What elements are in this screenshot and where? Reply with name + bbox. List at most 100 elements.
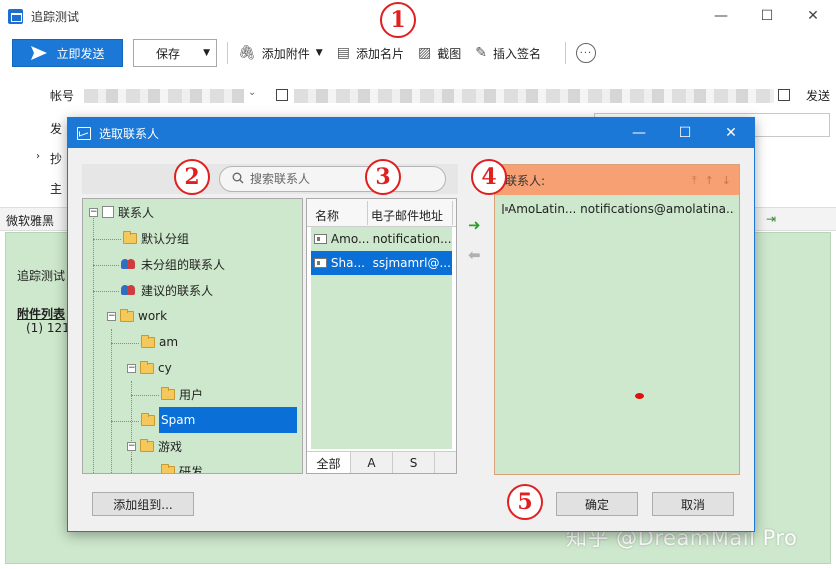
account-value-blurred — [84, 89, 244, 103]
collapse-icon[interactable]: − — [107, 311, 116, 321]
cancel-button[interactable]: 取消 — [652, 492, 734, 516]
tree-label: 联系人 — [118, 205, 155, 220]
chevron-down-icon[interactable]: ⌄ — [248, 87, 256, 98]
tree-label: 用户 — [179, 387, 204, 402]
add-arrow-icon[interactable]: ➜ — [468, 216, 481, 234]
tree-label: work — [138, 309, 168, 323]
move-up-icon[interactable]: ↑ — [705, 174, 714, 188]
tree-node-work[interactable]: − work — [107, 305, 167, 327]
tree-node-am[interactable]: am — [141, 331, 178, 353]
screenshot-button[interactable]: ▨ 截图 — [418, 45, 461, 62]
move-top-icon[interactable]: ⤒ — [692, 174, 697, 188]
tree-guide — [111, 329, 112, 473]
checkbox[interactable] — [778, 89, 790, 101]
tree-node-contacts[interactable]: − 联系人 — [89, 201, 154, 223]
more-options-button[interactable]: ··· — [575, 43, 596, 63]
move-down-icon[interactable]: ↓ — [722, 174, 731, 188]
tree-guide — [131, 459, 132, 473]
font-name[interactable]: 微软雅黑 — [6, 212, 54, 229]
tree-label: 建议的联系人 — [141, 283, 214, 298]
search-box[interactable] — [219, 166, 446, 192]
contact-row[interactable]: Sha... ssjmamrl@... — [311, 251, 452, 275]
add-group-to-button[interactable]: 添加组到... — [92, 492, 194, 516]
tree-guide — [131, 395, 159, 396]
tree-label: Spam — [159, 407, 297, 433]
remove-arrow-icon[interactable]: ⬅ — [468, 246, 481, 264]
send-label: 立即发送 — [56, 46, 105, 61]
column-divider — [367, 201, 368, 225]
column-header-email[interactable]: 电子邮件地址 — [371, 207, 443, 224]
tree-node-user[interactable]: 用户 — [161, 383, 203, 405]
window-title: 追踪测试 — [31, 9, 80, 24]
title-bar: 追踪测试 — ☐ ✕ — [0, 0, 836, 32]
add-card-label: 添加名片 — [355, 46, 404, 61]
recipients-header: 联系人: ⤒ ↑ ↓ — [495, 165, 739, 195]
collapse-icon[interactable]: − — [127, 363, 136, 373]
folder-icon — [120, 308, 134, 322]
annotation-4: 4 — [471, 159, 507, 195]
chevron-down-icon: ▼ — [315, 48, 323, 58]
folder-icon — [140, 438, 154, 452]
tree-guide — [93, 265, 119, 266]
tab-a[interactable]: A — [351, 452, 393, 473]
sender-value-blurred — [294, 89, 774, 103]
account-row: 帐号 ⌄ 发送 — [0, 82, 836, 108]
close-button[interactable]: ✕ — [790, 0, 836, 32]
minimize-button[interactable]: — — [698, 0, 744, 32]
contact-email: ssjmamrl@... — [372, 256, 451, 270]
add-card-button[interactable]: ▤ 添加名片 — [337, 45, 404, 62]
tree-guide — [111, 343, 139, 344]
contact-row[interactable]: Amo... notification... — [311, 227, 452, 251]
from-label: 发 — [50, 122, 63, 136]
ok-button[interactable]: 确定 — [556, 492, 638, 516]
selected-recipients-panel[interactable]: 联系人: ⤒ ↑ ↓ AmoLatin... notifications@amo… — [494, 164, 740, 475]
dialog-close-button[interactable]: ✕ — [708, 118, 754, 148]
collapse-icon[interactable]: − — [127, 441, 136, 451]
column-divider — [452, 201, 453, 225]
tree-guide — [93, 213, 94, 473]
subject-label: 主 — [50, 182, 63, 196]
attachment-list-label: 附件列表 — [17, 307, 66, 321]
tree-node-suggested[interactable]: 建议的联系人 — [121, 279, 213, 301]
contact-group-tree[interactable]: − 联系人 默认分组 未分组的联系人 建议的联系人 − work am − cy… — [82, 198, 303, 474]
tree-node-spam[interactable]: Spam — [141, 407, 297, 433]
checkbox[interactable] — [276, 89, 288, 101]
add-attachment-button[interactable]: 🖇 添加附件 ▼ — [238, 45, 323, 62]
dialog-maximize-button[interactable]: ☐ — [662, 118, 708, 148]
toolbar-divider — [227, 42, 228, 64]
column-header-name[interactable]: 名称 — [315, 207, 339, 224]
tree-node-default-group[interactable]: 默认分组 — [123, 227, 189, 249]
indent-icon[interactable]: ⇥ — [766, 212, 776, 226]
tree-node-cy[interactable]: − cy — [127, 357, 172, 379]
save-button[interactable]: 保存 ▼ — [133, 39, 217, 67]
tab-s[interactable]: S — [393, 452, 435, 473]
tree-node-games[interactable]: − 游戏 — [127, 435, 182, 457]
insert-signature-button[interactable]: ✎ 插入签名 — [475, 45, 541, 62]
tree-guide — [93, 291, 119, 292]
contact-list[interactable]: 名称 电子邮件地址 Amo... notification... Sha... … — [306, 198, 457, 474]
maximize-button[interactable]: ☐ — [744, 0, 790, 32]
search-area — [82, 164, 458, 194]
account-label: 帐号 — [50, 89, 75, 103]
alphabet-tabs: 全部 A S — [307, 451, 456, 473]
recipient-row[interactable]: AmoLatin... notifications@amolatina.... — [499, 199, 735, 219]
contact-card-icon — [314, 258, 327, 268]
toolbar-divider — [564, 42, 566, 64]
tree-node-dev[interactable]: 研发 — [161, 460, 203, 473]
tree-label: 游戏 — [158, 439, 183, 454]
list-header: 名称 电子邮件地址 — [307, 199, 456, 227]
tree-node-ungrouped[interactable]: 未分组的联系人 — [121, 253, 225, 275]
contact-name: Amo... — [330, 232, 370, 246]
send-now-button[interactable]: 立即发送 — [12, 39, 123, 67]
dialog-minimize-button[interactable]: — — [616, 118, 662, 148]
folder-icon — [140, 360, 154, 374]
recipients-title: 联系人: — [505, 173, 546, 188]
send-icon — [31, 46, 48, 60]
tree-label: 默认分组 — [141, 231, 190, 246]
tab-all[interactable]: 全部 — [307, 452, 351, 473]
chevron-right-icon[interactable]: › — [36, 151, 40, 162]
tree-label: am — [159, 335, 179, 349]
contact-email: notification... — [372, 232, 452, 246]
pen-icon: ✎ — [475, 45, 487, 61]
collapse-icon[interactable]: − — [89, 207, 98, 217]
